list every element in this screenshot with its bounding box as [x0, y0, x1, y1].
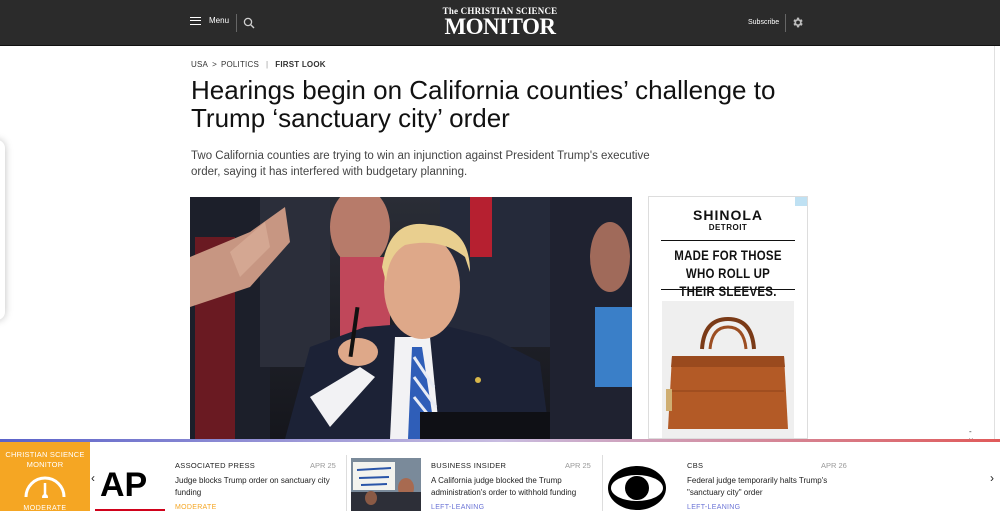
card-source: ASSOCIATED PRESS	[175, 461, 256, 470]
top-navigation-bar: Menu The CHRISTIAN SCIENCE MONITOR Subsc…	[0, 0, 1000, 46]
card-date: APR 25	[565, 461, 591, 470]
ad-rule	[661, 240, 795, 241]
card-title[interactable]: A California judge blocked the Trump adm…	[431, 475, 591, 499]
card-logo-cbs	[607, 458, 677, 511]
ad-brand: SHINOLA	[693, 207, 763, 223]
gauge-icon	[24, 476, 66, 498]
scrollbar[interactable]	[994, 46, 1000, 439]
card-lean: LEFT-LEANING	[431, 504, 485, 511]
card-divider	[346, 455, 347, 511]
search-icon[interactable]	[243, 17, 255, 29]
nav-divider	[785, 14, 786, 32]
news-comparison-bar: CHRISTIAN SCIENCE MONITOR MODERATE ‹ AP …	[0, 439, 1000, 512]
article-headline: Hearings begin on California counties’ c…	[191, 75, 776, 133]
card-title[interactable]: Judge blocks Trump order on sanctuary ci…	[175, 475, 335, 499]
card-thumbnail	[351, 458, 421, 511]
card-title[interactable]: Federal judge temporarily halts Trump's …	[687, 475, 847, 499]
breadcrumb-separator: >	[212, 60, 217, 69]
section-label[interactable]: FIRST LOOK	[275, 60, 325, 69]
card-source: CBS	[687, 461, 704, 470]
hamburger-icon	[190, 16, 201, 25]
advertisement[interactable]: SHINOLA DETROIT MADE FOR THOSE WHO ROLL …	[648, 196, 808, 439]
chevron-right-icon[interactable]: ›	[990, 471, 994, 485]
breadcrumb-divider: |	[266, 60, 269, 69]
ad-choices-icon[interactable]	[795, 197, 807, 206]
badge-title: CHRISTIAN SCIENCE MONITOR	[5, 450, 85, 469]
logo-line2: MONITOR	[444, 14, 556, 39]
ad-tagline: MADE FOR THOSE WHO ROLL UP THEIR SLEEVES…	[674, 248, 782, 299]
article-lead-photo	[190, 197, 632, 439]
breadcrumb-politics[interactable]: POLITICS	[221, 60, 259, 69]
bias-gradient-bar	[0, 439, 1000, 442]
gear-icon[interactable]	[791, 16, 804, 29]
card-lean: LEFT-LEANING	[687, 504, 741, 511]
card-source: BUSINESS INSIDER	[431, 461, 507, 470]
subscribe-link[interactable]: Subscribe	[748, 19, 779, 26]
csm-rating-badge[interactable]: CHRISTIAN SCIENCE MONITOR MODERATE	[0, 442, 90, 512]
card-lean: MODERATE	[175, 504, 217, 511]
ap-logo-text: AP	[100, 466, 147, 504]
card-logo-ap: AP	[95, 458, 165, 511]
menu-label: Menu	[209, 16, 230, 25]
site-logo[interactable]: The CHRISTIAN SCIENCE MONITOR	[436, 6, 564, 42]
menu-button[interactable]: Menu	[190, 16, 229, 25]
card-divider	[602, 455, 603, 511]
breadcrumb-usa[interactable]: USA	[191, 60, 208, 69]
ad-brand-city: DETROIT	[708, 223, 748, 232]
breadcrumb: USA > POLITICS | FIRST LOOK	[191, 60, 326, 69]
side-panel-edge	[0, 140, 5, 320]
ad-product-image	[662, 301, 794, 438]
article-summary: Two California counties are trying to wi…	[191, 150, 650, 178]
card-date: APR 25	[310, 461, 336, 470]
news-card[interactable]: BUSINESS INSIDER APR 25 A California jud…	[351, 455, 601, 511]
card-date: APR 26	[821, 461, 847, 470]
news-card[interactable]: AP ASSOCIATED PRESS APR 25 Judge blocks …	[95, 455, 345, 511]
ad-rule	[661, 289, 795, 290]
nav-divider	[236, 14, 237, 32]
news-card[interactable]: CBS APR 26 Federal judge temporarily hal…	[607, 455, 857, 511]
